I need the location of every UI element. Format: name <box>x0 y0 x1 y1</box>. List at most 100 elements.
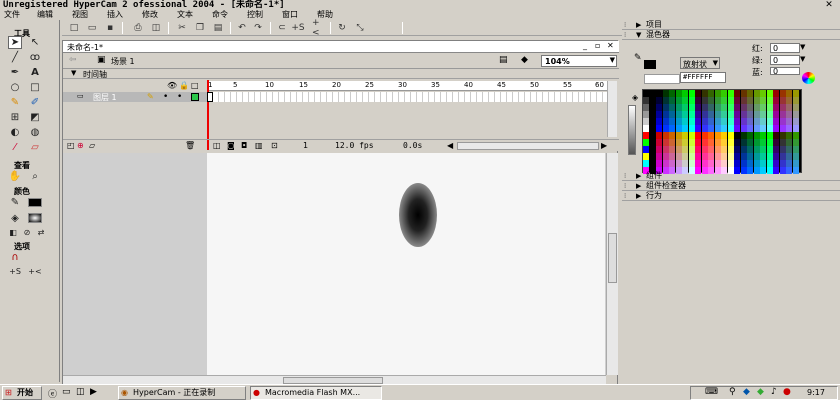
color-swatch[interactable] <box>740 139 747 146</box>
color-swatch[interactable] <box>792 97 799 104</box>
tray-icon-2[interactable]: ◆ <box>757 387 764 397</box>
menu-insert[interactable]: 插入 <box>107 10 123 20</box>
color-swatch[interactable] <box>786 111 792 118</box>
color-swatch[interactable] <box>792 90 799 97</box>
color-swatch[interactable] <box>721 90 727 97</box>
color-swatch[interactable] <box>708 146 714 153</box>
color-swatch[interactable] <box>701 118 708 125</box>
color-swatch[interactable] <box>695 160 701 167</box>
color-swatch[interactable] <box>643 146 649 153</box>
open-file-icon[interactable]: ▭ <box>86 22 98 34</box>
color-swatch[interactable] <box>643 111 649 118</box>
color-swatch[interactable] <box>682 139 688 146</box>
color-swatch[interactable] <box>727 118 734 125</box>
edit-multiple-icon[interactable]: ▥ <box>255 141 263 150</box>
color-swatch[interactable] <box>649 132 656 139</box>
color-swatch[interactable] <box>682 153 688 160</box>
color-swatch[interactable] <box>773 153 779 160</box>
color-swatch[interactable] <box>773 90 779 97</box>
red-input[interactable]: 0 <box>770 43 800 53</box>
color-swatch[interactable] <box>740 104 747 111</box>
fill-color-swatch[interactable] <box>28 213 42 223</box>
color-swatch[interactable] <box>760 153 766 160</box>
color-swatch[interactable] <box>682 90 688 97</box>
color-swatch[interactable] <box>721 146 727 153</box>
document-tab[interactable]: 未命名-1* <box>67 42 103 53</box>
color-swatch[interactable] <box>688 125 695 132</box>
color-swatch[interactable] <box>779 97 786 104</box>
color-swatch[interactable] <box>760 118 766 125</box>
color-swatch[interactable] <box>747 111 753 118</box>
color-swatch[interactable] <box>662 90 669 97</box>
eraser-tool-icon[interactable]: ▱ <box>28 141 42 154</box>
color-swatch[interactable] <box>727 125 734 132</box>
color-swatch[interactable] <box>786 160 792 167</box>
color-swatch[interactable] <box>766 97 773 104</box>
components-panel-header[interactable]: ⁞ ▶ 组件 <box>622 171 840 181</box>
color-swatch[interactable] <box>792 160 799 167</box>
color-swatch[interactable] <box>714 97 721 104</box>
color-swatch[interactable] <box>714 90 721 97</box>
color-swatch[interactable] <box>708 97 714 104</box>
color-swatch[interactable] <box>773 97 779 104</box>
mixer-stroke-swatch[interactable] <box>644 60 656 69</box>
color-swatch[interactable] <box>695 104 701 111</box>
add-guide-icon[interactable]: ⊕ <box>77 141 84 150</box>
color-swatch[interactable] <box>714 104 721 111</box>
color-swatch[interactable] <box>760 125 766 132</box>
color-swatch[interactable] <box>662 125 669 132</box>
color-swatch[interactable] <box>669 139 675 146</box>
hscroll-thumb[interactable] <box>283 377 383 384</box>
swap-colors-icon[interactable]: ⇄ <box>34 226 48 239</box>
color-swatch[interactable] <box>773 139 779 146</box>
color-swatch[interactable] <box>753 125 760 132</box>
lock-icon[interactable]: 🔒 <box>179 81 189 90</box>
color-swatch[interactable] <box>656 160 662 167</box>
hand-tool-icon[interactable]: ✋ <box>8 170 22 183</box>
undo-icon[interactable]: ↶ <box>236 22 248 34</box>
color-swatch[interactable] <box>682 104 688 111</box>
pen-tool-icon[interactable]: ✒ <box>8 66 22 79</box>
free-transform-tool-icon[interactable]: ⊞ <box>8 111 22 124</box>
color-swatch[interactable] <box>695 125 701 132</box>
color-swatch[interactable] <box>727 111 734 118</box>
color-swatch[interactable] <box>753 111 760 118</box>
color-swatch[interactable] <box>721 97 727 104</box>
color-swatch[interactable] <box>649 90 656 97</box>
onion-outline-icon[interactable]: ◘ <box>241 141 247 150</box>
color-swatch[interactable] <box>760 139 766 146</box>
no-color-icon[interactable]: ⊘ <box>20 226 34 239</box>
color-swatch[interactable] <box>701 111 708 118</box>
color-swatch[interactable] <box>688 146 695 153</box>
color-swatch[interactable] <box>708 125 714 132</box>
visibility-dot[interactable]: • <box>163 92 168 102</box>
redo-icon[interactable]: ↷ <box>252 22 264 34</box>
color-swatch[interactable] <box>753 104 760 111</box>
color-swatch[interactable] <box>695 118 701 125</box>
stage-area[interactable] <box>63 153 606 375</box>
color-swatch[interactable] <box>669 118 675 125</box>
scale-icon[interactable]: ⤡ <box>354 22 366 34</box>
color-swatch[interactable] <box>753 153 760 160</box>
color-swatch[interactable] <box>760 111 766 118</box>
color-swatch[interactable] <box>792 132 799 139</box>
straighten-icon[interactable]: +< <box>312 18 324 38</box>
color-swatch[interactable] <box>714 139 721 146</box>
color-swatch[interactable] <box>773 132 779 139</box>
center-frame-icon[interactable]: ◫ <box>213 141 221 150</box>
color-swatch[interactable] <box>760 104 766 111</box>
color-swatch[interactable] <box>786 153 792 160</box>
color-swatch[interactable] <box>747 139 753 146</box>
color-swatch[interactable] <box>656 132 662 139</box>
color-swatch[interactable] <box>656 111 662 118</box>
mixer-color-preview[interactable] <box>644 74 680 84</box>
color-swatch[interactable] <box>714 132 721 139</box>
color-swatch[interactable] <box>695 139 701 146</box>
color-swatch[interactable] <box>708 111 714 118</box>
color-swatch[interactable] <box>675 153 682 160</box>
paste-icon[interactable]: ▤ <box>212 22 224 34</box>
gradient-slider[interactable] <box>628 105 636 155</box>
color-swatch[interactable] <box>740 125 747 132</box>
color-swatch[interactable] <box>747 132 753 139</box>
text-tool-icon[interactable]: A <box>28 66 42 79</box>
